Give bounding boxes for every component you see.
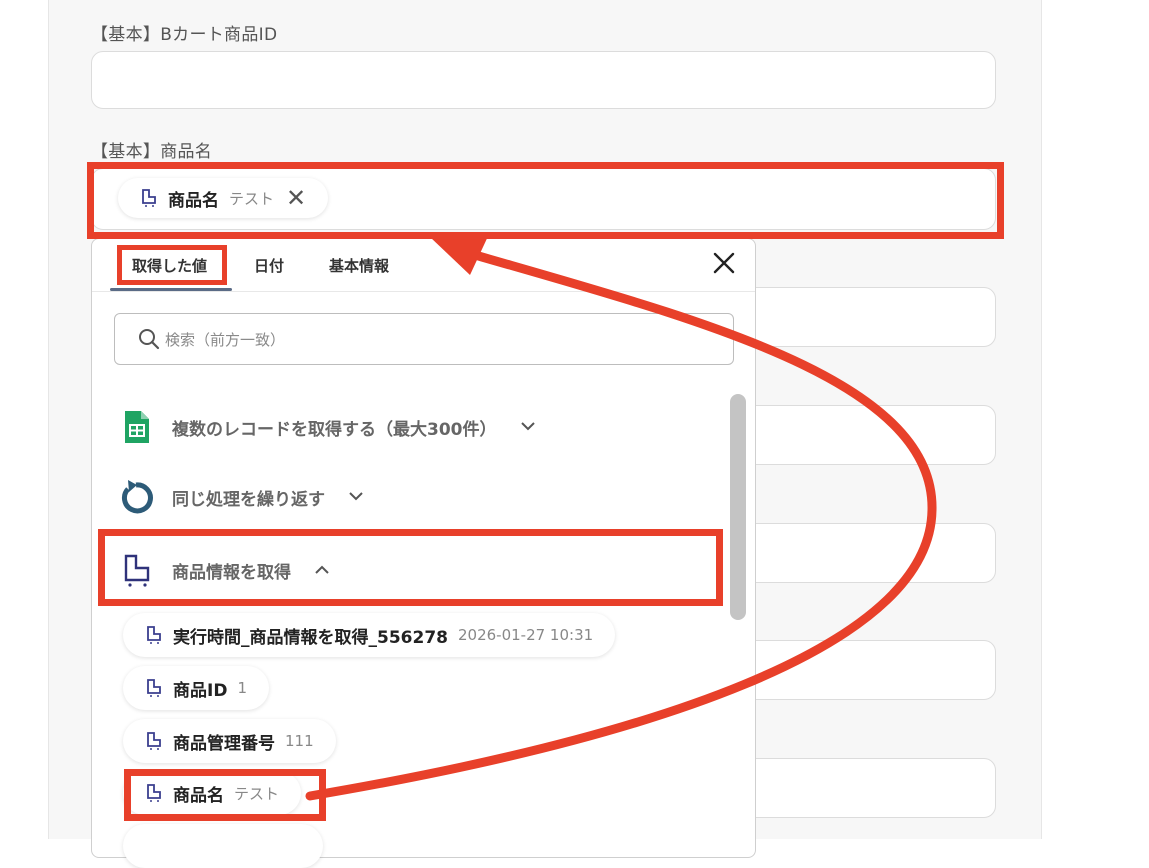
annotation-arrow: [305, 232, 937, 801]
